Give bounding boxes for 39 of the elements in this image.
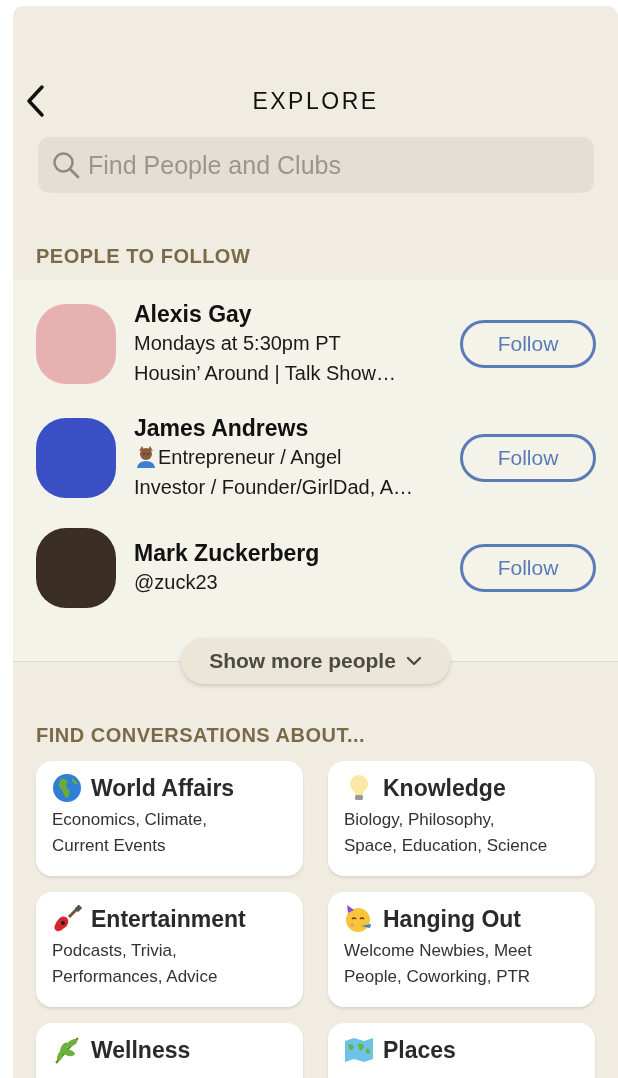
person-name[interactable]: Alexis Gay bbox=[134, 300, 460, 328]
person-bio: @zuck23 bbox=[134, 571, 218, 593]
topic-subtitle: Welcome Newbies, Meet People, Coworking, PTR bbox=[344, 940, 533, 988]
party-face-icon bbox=[344, 904, 374, 934]
show-more-button[interactable]: Show more people bbox=[181, 638, 450, 684]
topic-subtitle: Podcasts, Trivia, Performances, Advice bbox=[52, 940, 219, 988]
chevron-down-icon bbox=[405, 656, 422, 666]
topic-title: Knowledge bbox=[383, 774, 506, 802]
person-bio: Housin’ Around | Talk Show… bbox=[134, 362, 396, 384]
topic-card[interactable]: Entertainment Podcasts, Trivia, Performances, Advice bbox=[36, 892, 303, 1007]
section-heading: PEOPLE TO FOLLOW bbox=[35, 245, 252, 268]
person-bio: Entrepreneur / Angel Investor / Founder/GirlDad, A… bbox=[134, 446, 413, 498]
topic-subtitle: Biology, Philosophy, Space, Education, Science bbox=[344, 809, 549, 857]
topic-title: Places bbox=[383, 1036, 456, 1064]
leaf-icon bbox=[52, 1035, 82, 1065]
topic-title: Entertainment bbox=[91, 905, 246, 933]
avatar-photo-placeholder[interactable] bbox=[36, 528, 116, 608]
topic-title: Hanging Out bbox=[383, 905, 521, 933]
topic-subtitle: Economics, Climate, Current Events bbox=[52, 809, 208, 857]
back-icon[interactable] bbox=[25, 84, 45, 118]
topic-card[interactable]: Wellness bbox=[36, 1023, 303, 1078]
topic-card[interactable]: Knowledge Biology, Philosophy, Space, Education, Science bbox=[328, 761, 595, 876]
person-bio: Mondays at 5:30pm PT bbox=[134, 332, 341, 354]
topic-card[interactable]: Places bbox=[328, 1023, 595, 1078]
follow-button[interactable]: Follow bbox=[460, 434, 596, 482]
topic-card[interactable]: Hanging Out Welcome Newbies, Meet People, Coworking, PTR bbox=[328, 892, 595, 1007]
map-icon bbox=[344, 1035, 374, 1065]
search-field[interactable]: Find People and Clubs bbox=[38, 137, 594, 193]
section-heading: FIND CONVERSATIONS ABOUT... bbox=[35, 724, 367, 747]
person-name[interactable]: James Andrews bbox=[134, 414, 460, 442]
follow-button[interactable]: Follow bbox=[460, 320, 596, 368]
topic-title: World Affairs bbox=[91, 774, 235, 802]
topic-title: Wellness bbox=[91, 1036, 191, 1064]
globe-icon bbox=[52, 773, 82, 803]
follow-button[interactable]: Follow bbox=[460, 544, 596, 592]
person-name[interactable]: Mark Zuckerberg bbox=[134, 539, 460, 567]
topic-card[interactable]: World Affairs Economics, Climate, Current Events bbox=[36, 761, 303, 876]
avatar-photo-placeholder[interactable] bbox=[36, 418, 116, 498]
page-title: EXPLORE bbox=[252, 87, 379, 115]
